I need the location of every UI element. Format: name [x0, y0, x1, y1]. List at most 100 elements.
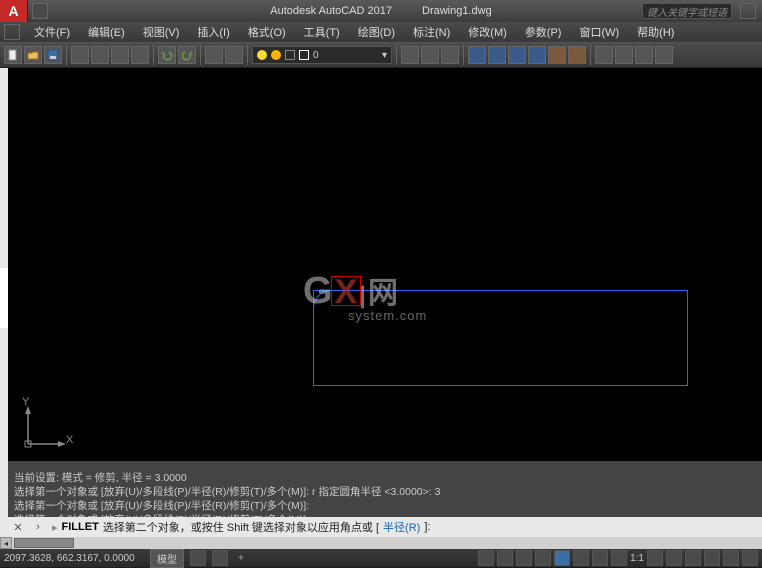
tool-f-icon[interactable]	[568, 46, 586, 64]
layer-prev-icon[interactable]	[441, 46, 459, 64]
open-icon[interactable]	[24, 46, 42, 64]
menu-file[interactable]: 文件(F)	[26, 22, 78, 42]
otrack-icon[interactable]	[573, 550, 589, 566]
rectangle-object[interactable]	[313, 290, 688, 386]
scale-readout[interactable]: 1:1	[630, 553, 644, 564]
menu-view[interactable]: 视图(V)	[135, 22, 188, 42]
layer-match-icon[interactable]	[421, 46, 439, 64]
status-bar: 2097.3628, 662.3167, 0.0000 模型 + 1:1	[0, 549, 762, 567]
menu-help[interactable]: 帮助(H)	[629, 22, 682, 42]
zoom-icon[interactable]	[225, 46, 243, 64]
ucs-x-label: X	[66, 434, 73, 446]
pan-icon[interactable]	[205, 46, 223, 64]
chevron-right-icon[interactable]: ›	[30, 519, 46, 535]
polar-icon[interactable]	[535, 550, 551, 566]
left-doc-tab-strip	[0, 68, 8, 461]
tool-a-icon[interactable]	[468, 46, 486, 64]
menu-dimension[interactable]: 标注(N)	[405, 22, 458, 42]
menu-window[interactable]: 窗口(W)	[571, 22, 627, 42]
print-icon[interactable]	[71, 46, 89, 64]
grid-icon[interactable]	[478, 550, 494, 566]
close-icon[interactable]: ✕	[10, 519, 26, 535]
toolbar-separator	[200, 45, 201, 65]
tool-c-icon[interactable]	[508, 46, 526, 64]
customize-icon[interactable]	[742, 550, 758, 566]
transparency-icon[interactable]	[611, 550, 627, 566]
layout-icon[interactable]	[190, 550, 206, 566]
chevron-down-icon: ▾	[382, 50, 387, 61]
tool-d-icon[interactable]	[528, 46, 546, 64]
save-icon[interactable]	[44, 46, 62, 64]
menu-edit[interactable]: 编辑(E)	[80, 22, 133, 42]
layer-lock-icon	[285, 50, 295, 60]
layout2-icon[interactable]	[212, 550, 228, 566]
tool-e-icon[interactable]	[548, 46, 566, 64]
toolbar-separator	[66, 45, 67, 65]
menu-tools[interactable]: 工具(T)	[296, 22, 348, 42]
tool-j-icon[interactable]	[655, 46, 673, 64]
toolbar-separator	[247, 45, 248, 65]
layer-freeze-icon	[271, 50, 281, 60]
snap-icon[interactable]	[497, 550, 513, 566]
tool-h-icon[interactable]	[615, 46, 633, 64]
ucs-y-label: Y	[22, 396, 29, 408]
coordinates-readout: 2097.3628, 662.3167, 0.0000	[4, 553, 144, 564]
menu-draw[interactable]: 绘图(D)	[350, 22, 403, 42]
layer-color-swatch	[299, 50, 309, 60]
toolbar-separator	[590, 45, 591, 65]
tool-b-icon[interactable]	[488, 46, 506, 64]
horizontal-scrollbar[interactable]: ◂	[0, 537, 762, 549]
menu-format[interactable]: 格式(O)	[240, 22, 294, 42]
cmd-history-line: 选择第一个对象或 [放弃(U)/多段线(P)/半径(R)/修剪(T)/多个(M)…	[14, 485, 756, 499]
menu-bar: 文件(F) 编辑(E) 视图(V) 插入(I) 格式(O) 工具(T) 绘图(D…	[0, 22, 762, 42]
annotation-scale-icon[interactable]	[647, 550, 663, 566]
copy-icon[interactable]	[111, 46, 129, 64]
search-input[interactable]: 键入关键字或短语	[642, 3, 732, 19]
isolate-icon[interactable]	[704, 550, 720, 566]
hardware-accel-icon[interactable]	[685, 550, 701, 566]
osnap-icon[interactable]	[554, 550, 570, 566]
ucs-icon: Y X	[20, 402, 70, 455]
doc-tab[interactable]	[0, 268, 8, 328]
clean-screen-icon[interactable]	[723, 550, 739, 566]
workspace-switch-icon[interactable]	[666, 550, 682, 566]
redo-icon[interactable]	[178, 46, 196, 64]
command-prompt: ▸ FILLET 选择第二个对象，或按住 Shift 键选择对象以应用角点或 […	[48, 519, 434, 535]
model-tab-button[interactable]: 模型	[150, 549, 184, 568]
standard-toolbar: 0 ▾	[0, 42, 762, 68]
scroll-thumb[interactable]	[14, 538, 74, 548]
new-icon[interactable]	[4, 46, 22, 64]
drawing-canvas[interactable]: GX|网 system.com Y X	[8, 68, 762, 461]
layer-props-icon[interactable]	[401, 46, 419, 64]
layer-name: 0	[313, 50, 319, 61]
menu-insert[interactable]: 插入(I)	[189, 22, 237, 42]
qat-dropdown-icon[interactable]	[32, 3, 48, 19]
add-layout-button[interactable]: +	[234, 552, 248, 565]
document-name: Drawing1.dwg	[422, 5, 492, 17]
cmd-history-line: 选择第一个对象或 [放弃(U)/多段线(P)/半径(R)/修剪(T)/多个(M)…	[14, 499, 756, 513]
menu-grip-icon[interactable]	[4, 24, 20, 40]
cmd-history-line: 当前设置: 模式 = 修剪, 半径 = 3.0000	[14, 471, 756, 485]
active-command: FILLET	[62, 521, 99, 533]
layer-on-icon	[257, 50, 267, 60]
menu-modify[interactable]: 修改(M)	[460, 22, 515, 42]
title-bar: A Autodesk AutoCAD 2017 Drawing1.dwg 键入关…	[0, 0, 762, 22]
paste-icon[interactable]	[131, 46, 149, 64]
app-title: Autodesk AutoCAD 2017	[270, 5, 392, 17]
ortho-icon[interactable]	[516, 550, 532, 566]
tool-i-icon[interactable]	[635, 46, 653, 64]
infocenter-icon[interactable]	[740, 3, 756, 19]
app-logo[interactable]: A	[0, 0, 28, 22]
lineweight-icon[interactable]	[592, 550, 608, 566]
undo-icon[interactable]	[158, 46, 176, 64]
scroll-left-icon[interactable]: ◂	[0, 537, 12, 549]
cursor-pickbox	[331, 276, 361, 306]
command-input-row[interactable]: ✕ › ▸ FILLET 选择第二个对象，或按住 Shift 键选择对象以应用角…	[8, 517, 762, 537]
cut-icon[interactable]	[91, 46, 109, 64]
layer-dropdown[interactable]: 0 ▾	[252, 46, 392, 64]
drawing-workspace: GX|网 system.com Y X	[0, 68, 762, 461]
cmd-option-radius[interactable]: 半径(R)	[383, 519, 420, 535]
tool-g-icon[interactable]	[595, 46, 613, 64]
menu-parametric[interactable]: 参数(P)	[517, 22, 570, 42]
command-panel: 当前设置: 模式 = 修剪, 半径 = 3.0000 选择第一个对象或 [放弃(…	[0, 461, 762, 537]
